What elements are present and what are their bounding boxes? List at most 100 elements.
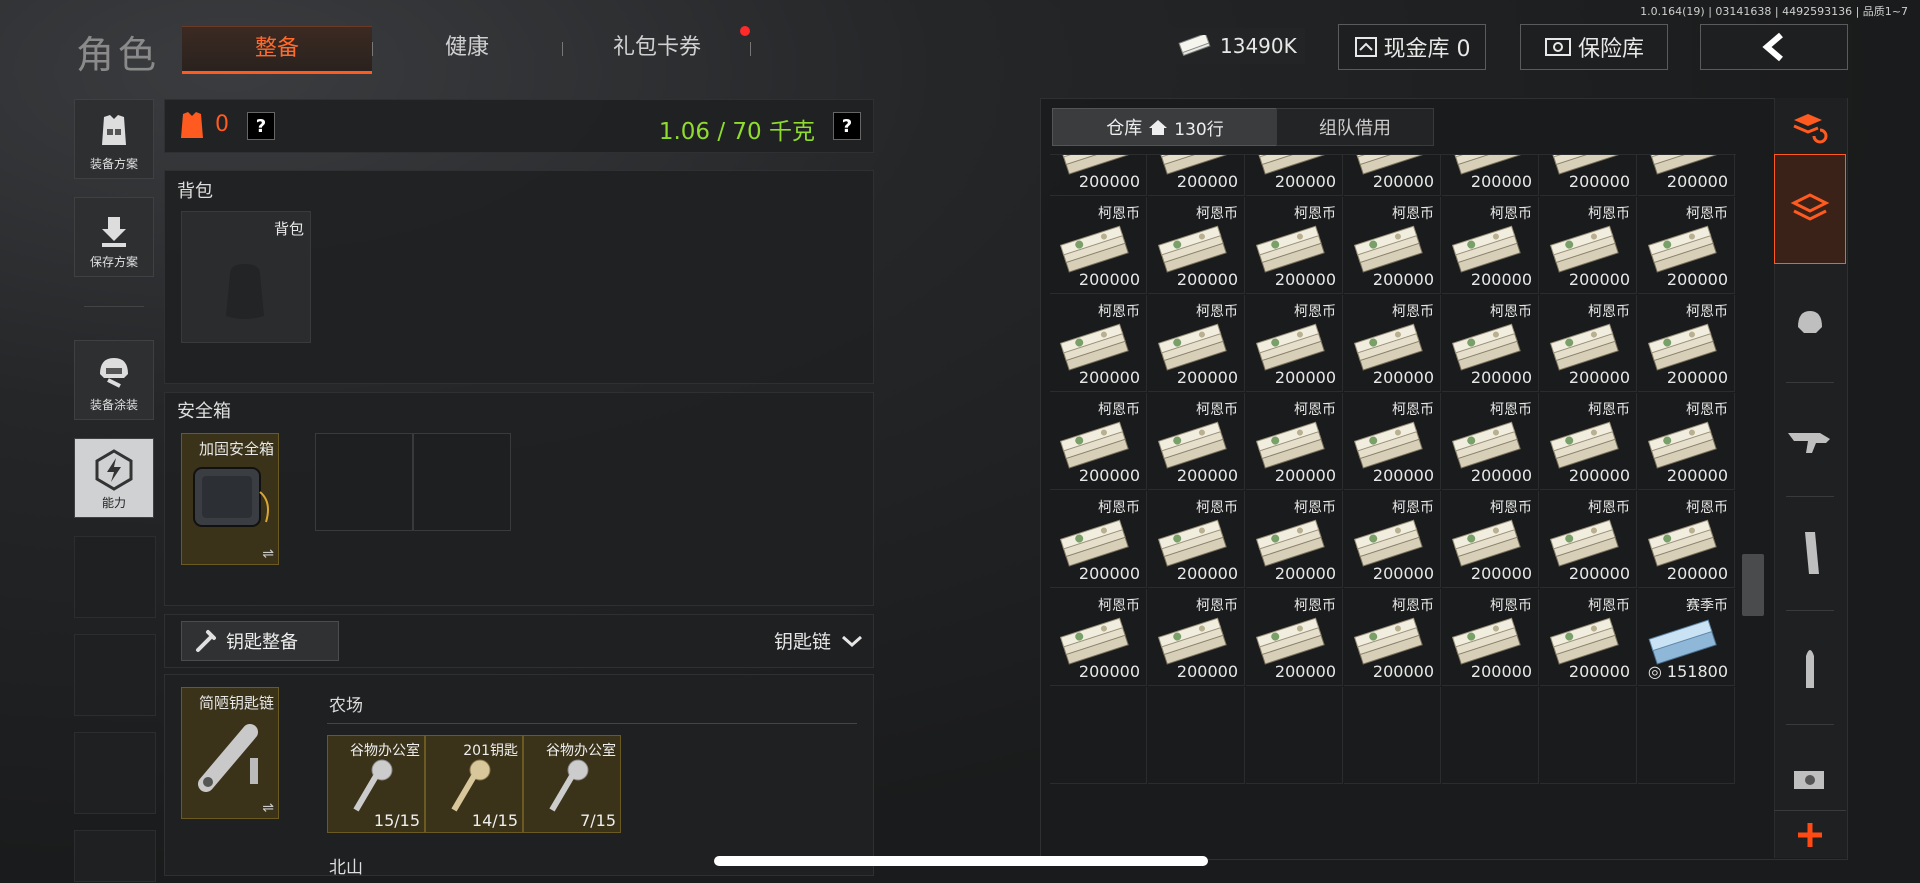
sort-stack-button[interactable] [1790,106,1830,150]
cash-item[interactable]: 柯恩币200000 [1246,393,1343,490]
empty-stash-cell[interactable] [1246,687,1343,784]
keychain-item[interactable]: 简陋钥匙链 ⇌ [181,687,279,819]
cash-item[interactable]: 柯恩币200000 [1344,491,1441,588]
empty-stash-cell[interactable] [1638,687,1735,784]
item-value: 200000 [1470,172,1532,191]
stash-scrollbar[interactable] [1742,554,1764,616]
season-coin-item[interactable]: 赛季币 ◎ 151800 [1638,589,1735,686]
cash-item[interactable]: 柯恩币200000 [1638,393,1735,490]
cash-item[interactable]: 柯恩币200000 [1050,197,1147,294]
cash-item[interactable]: 柯恩币200000 [1050,589,1147,686]
cash-item[interactable]: 柯恩币200000 [1148,295,1245,392]
cash-vault-button[interactable]: 现金库 0 [1338,24,1486,70]
empty-stash-cell[interactable] [1344,687,1441,784]
cash-item[interactable]: 柯恩币200000 [1442,295,1539,392]
rail-divider [84,306,144,307]
cash-item[interactable]: 柯恩币200000 [1148,491,1245,588]
cash-stack-icon [1156,519,1227,567]
item-name: 柯恩币 [1098,304,1140,320]
cash-item[interactable]: 柯恩币200000 [1344,197,1441,294]
key-name: 201钥匙 [463,743,518,759]
cash-item[interactable]: 柯恩币200000 [1442,197,1539,294]
armor-help-button[interactable]: ? [247,112,275,140]
item-name: 柯恩币 [1196,402,1238,418]
item-name: 柯恩币 [1686,304,1728,320]
cash-item[interactable]: 柯恩币200000 [1050,295,1147,392]
cash-item[interactable]: 柯恩币200000 [1344,295,1441,392]
cash-item[interactable]: 柯恩币200000 [1344,589,1441,686]
rail-save-plan[interactable]: 保存方案 [74,197,154,277]
empty-stash-cell[interactable] [1540,687,1637,784]
cash-item[interactable]: 柯恩币200000 [1344,393,1441,490]
cash-item[interactable]: 柯恩币200000 [1050,393,1147,490]
cash-item[interactable]: 柯恩币200000 [1148,155,1245,196]
wrench-icon [196,630,216,652]
cash-item[interactable]: 柯恩币200000 [1246,589,1343,686]
tab-gift-cards[interactable]: 礼包卡券 [562,26,752,70]
add-filter-button[interactable] [1774,810,1846,859]
reinforced-safebox-item[interactable]: 加固安全箱 ⇌ [181,433,279,565]
swap-icon[interactable]: ⇌ [262,800,274,816]
cash-item[interactable]: 柯恩币200000 [1638,295,1735,392]
cash-item[interactable]: 柯恩币200000 [1148,197,1245,294]
filter-magazines[interactable] [1774,498,1846,608]
cash-item[interactable]: 柯恩币200000 [1540,197,1637,294]
cash-item[interactable]: 柯恩币200000 [1638,491,1735,588]
cash-stack-icon [1352,617,1423,665]
key-item[interactable]: 谷物办公室 15/15 [327,735,425,833]
safebox-slot[interactable] [315,433,413,531]
page-title: 角色 [76,33,161,77]
rail-abilities[interactable]: 能力 [74,438,154,518]
safe-button[interactable]: 保险库 [1520,24,1668,70]
filter-gear[interactable] [1774,268,1846,378]
cash-item[interactable]: 柯恩币200000 [1540,393,1637,490]
swap-icon[interactable]: ⇌ [262,546,274,562]
rail-empty-slot [74,634,156,716]
cash-item[interactable]: 柯恩币200000 [1442,393,1539,490]
cash-item[interactable]: 柯恩币200000 [1638,197,1735,294]
cash-item[interactable]: 柯恩币200000 [1540,155,1637,196]
key-loadout-button[interactable]: 钥匙整备 [181,621,339,661]
cash-stack-icon [1254,225,1325,273]
cash-stack-icon [1058,519,1129,567]
cash-item[interactable]: 柯恩币200000 [1148,393,1245,490]
cash-item[interactable]: 柯恩币200000 [1246,295,1343,392]
filter-divider [1786,724,1834,725]
filter-weapons[interactable] [1774,384,1846,494]
item-value: 200000 [1176,172,1238,191]
filter-ammo[interactable] [1774,612,1846,722]
empty-stash-cell[interactable] [1148,687,1245,784]
backpack-slot[interactable]: 背包 [181,211,311,343]
filter-all[interactable] [1774,154,1846,264]
cash-item[interactable]: 柯恩币200000 [1246,197,1343,294]
keychain-dropdown[interactable]: 钥匙链 [774,627,863,654]
back-button[interactable] [1700,24,1848,70]
cash-item[interactable]: 柯恩币200000 [1148,589,1245,686]
cash-item[interactable]: 柯恩币200000 [1540,589,1637,686]
cash-item[interactable]: 柯恩币200000 [1246,155,1343,196]
tab-warehouse[interactable]: 仓库 130行 [1052,108,1278,146]
item-value: 200000 [1372,368,1434,387]
cash-item[interactable]: 柯恩币200000 [1246,491,1343,588]
rail-loadout-plans[interactable]: 装备方案 [74,99,154,179]
cash-item[interactable]: 柯恩币200000 [1050,491,1147,588]
tab-health[interactable]: 健康 [372,26,562,70]
safebox-slot[interactable] [413,433,511,531]
cash-stack-icon [1058,323,1129,371]
cash-item[interactable]: 柯恩币200000 [1050,155,1147,196]
cash-item[interactable]: 柯恩币200000 [1442,155,1539,196]
cash-item[interactable]: 柯恩币200000 [1540,295,1637,392]
cash-item[interactable]: 柯恩币200000 [1442,589,1539,686]
tab-team-borrow[interactable]: 组队借用 [1276,108,1434,146]
cash-item[interactable]: 柯恩币200000 [1638,155,1735,196]
tab-loadout[interactable]: 整备 [182,26,372,74]
empty-stash-cell[interactable] [1442,687,1539,784]
cash-item[interactable]: 柯恩币200000 [1540,491,1637,588]
key-item[interactable]: 201钥匙 14/15 [425,735,523,833]
empty-stash-cell[interactable] [1050,687,1147,784]
cash-item[interactable]: 柯恩币200000 [1442,491,1539,588]
key-item[interactable]: 谷物办公室 7/15 [523,735,621,833]
rail-skins[interactable]: 装备涂装 [74,340,154,420]
weight-help-button[interactable]: ? [833,112,861,140]
cash-item[interactable]: 柯恩币200000 [1344,155,1441,196]
